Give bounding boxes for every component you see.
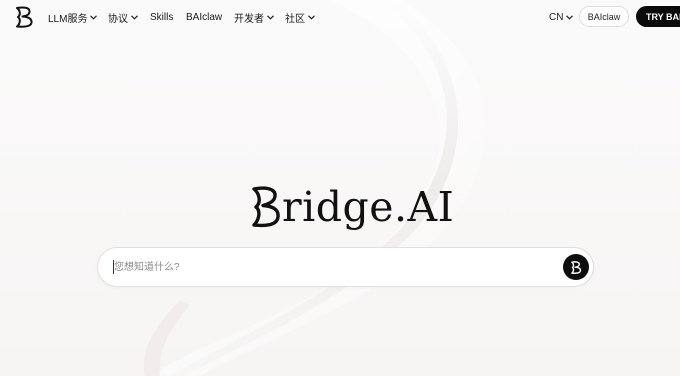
nav-item-label: BAIclaw (186, 11, 223, 23)
nav-item-llm-services[interactable]: LLM服务 (48, 10, 98, 25)
nav-item-protocol[interactable]: 协议 (108, 10, 138, 25)
nav-item-skills[interactable]: Skills (150, 10, 173, 24)
nav-item-label: LLM服务 (48, 13, 88, 25)
language-selector[interactable]: CN (549, 10, 574, 24)
bridge-b-send-icon (571, 260, 582, 274)
try-bai-button[interactable]: TRY BAI (636, 6, 680, 27)
search-input[interactable] (114, 259, 544, 275)
chevron-down-icon (267, 14, 274, 20)
chevron-down-icon (131, 14, 138, 20)
bridge-b-logo-icon (252, 186, 280, 228)
nav-item-label: 协议 (108, 13, 128, 25)
send-button[interactable] (563, 254, 589, 280)
top-navbar: LLM服务 协议 Skills BAIclaw 开发者 社区 CN BAIcla… (0, 0, 680, 34)
chevron-down-icon (308, 14, 315, 20)
bridge-logo-icon[interactable] (14, 6, 34, 28)
baiclaw-button-label: BAIclaw (587, 11, 621, 22)
search-box (97, 247, 594, 287)
page: LLM服务 协议 Skills BAIclaw 开发者 社区 CN BAIcla… (0, 0, 680, 376)
chevron-down-icon (566, 14, 574, 20)
nav-item-developers[interactable]: 开发者 (234, 10, 274, 25)
language-label: CN (549, 11, 564, 23)
nav-item-label: 社区 (285, 13, 305, 25)
nav-item-baiclaw[interactable]: BAIclaw (186, 10, 222, 24)
nav-item-community[interactable]: 社区 (285, 10, 315, 25)
hero-logo: ridge.AI (251, 178, 454, 228)
baiclaw-button[interactable]: BAIclaw (579, 6, 629, 27)
hero-brand-text: ridge.AI (282, 183, 455, 231)
nav-item-label: Skills (150, 11, 174, 23)
try-bai-button-label: TRY BAI (646, 11, 680, 22)
chevron-down-icon (90, 14, 98, 20)
nav-item-label: 开发者 (234, 13, 264, 25)
